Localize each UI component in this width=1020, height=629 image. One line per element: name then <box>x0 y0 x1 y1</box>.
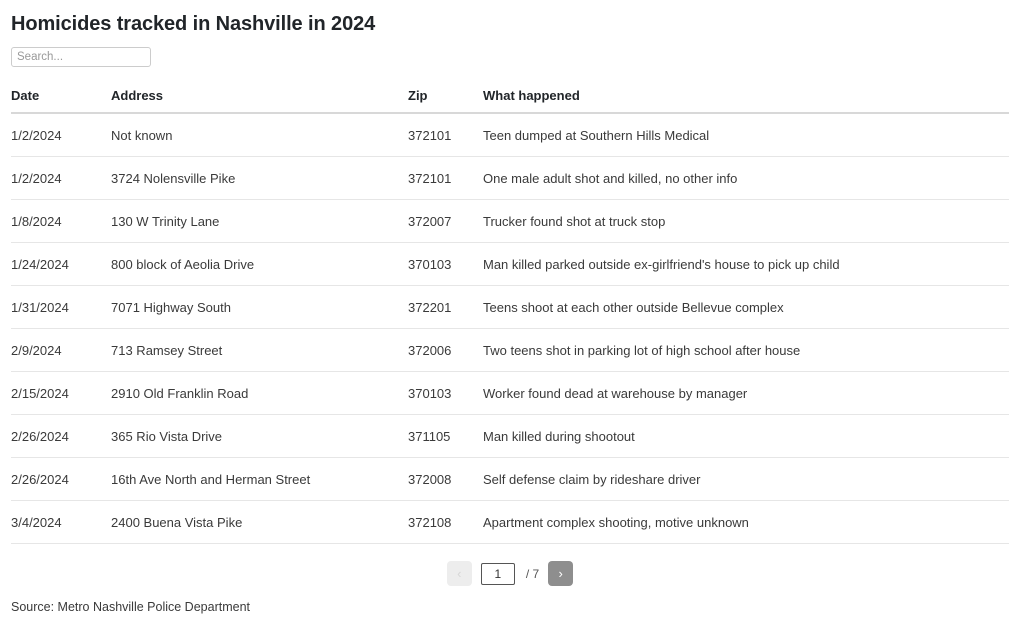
page-number-input[interactable] <box>480 562 515 585</box>
cell-zip: 372008 <box>408 457 483 501</box>
cell-date: 2/26/2024 <box>11 414 111 458</box>
cell-address: 2400 Buena Vista Pike <box>111 500 408 544</box>
cell-what-happened: Apartment complex shooting, motive unkno… <box>483 500 1009 544</box>
table-row: 1/8/2024 130 W Trinity Lane 372007 Trucker … <box>11 199 1009 243</box>
cell-zip: 370103 <box>408 242 483 286</box>
cell-what-happened: Two teens shot in parking lot of high sc… <box>483 328 1009 372</box>
table-row: 1/2/2024 Not known 372101 Teen dumped at So… <box>11 113 1009 157</box>
cell-what-happened: Man killed parked outside ex-girlfriend'… <box>483 242 1009 286</box>
table-row: 2/9/2024 713 Ramsey Street 372006 Two teens… <box>11 328 1009 372</box>
table-row: 1/24/2024 800 block of Aeolia Drive 370103… <box>11 242 1009 286</box>
cell-zip: 371105 <box>408 414 483 458</box>
pagination: ‹ / 7 › <box>11 561 1009 586</box>
column-header-address[interactable]: Address <box>111 88 408 114</box>
cell-zip: 372101 <box>408 113 483 157</box>
total-pages-label: / 7 <box>525 566 540 581</box>
table-row: 2/26/2024 16th Ave North and Herman Stree… <box>11 457 1009 501</box>
cell-what-happened: Self defense claim by rideshare driver <box>483 457 1009 501</box>
table-header-row: Date Address Zip What happened <box>11 88 1009 114</box>
column-header-date[interactable]: Date <box>11 88 111 114</box>
cell-address: 130 W Trinity Lane <box>111 199 408 243</box>
cell-date: 2/9/2024 <box>11 328 111 372</box>
search-row <box>11 47 1009 67</box>
next-page-button[interactable]: › <box>548 561 574 586</box>
cell-date: 3/4/2024 <box>11 500 111 544</box>
column-header-what-happened[interactable]: What happened <box>483 88 1009 114</box>
cell-what-happened: Teen dumped at Southern Hills Medical <box>483 113 1009 157</box>
cell-address: 16th Ave North and Herman Street <box>111 457 408 501</box>
cell-what-happened: One male adult shot and killed, no other… <box>483 156 1009 200</box>
cell-date: 1/2/2024 <box>11 113 111 157</box>
cell-what-happened: Man killed during shootout <box>483 414 1009 458</box>
cell-what-happened: Worker found dead at warehouse by manage… <box>483 371 1009 415</box>
table-row: 1/31/2024 7071 Highway South 372201 Teens s… <box>11 285 1009 329</box>
table-row: 2/15/2024 2910 Old Franklin Road 370103 Wor… <box>11 371 1009 415</box>
cell-date: 2/26/2024 <box>11 457 111 501</box>
source-note: Source: Metro Nashville Police Departmen… <box>11 600 250 614</box>
search-input[interactable] <box>11 47 151 67</box>
cell-address: 7071 Highway South <box>111 285 408 329</box>
column-header-zip[interactable]: Zip <box>408 88 483 114</box>
cell-address: Not known <box>111 113 408 157</box>
table-body: 1/2/2024 Not known 372101 Teen dumped at So… <box>11 113 1009 544</box>
cell-what-happened: Teens shoot at each other outside Bellev… <box>483 285 1009 329</box>
cell-date: 1/31/2024 <box>11 285 111 329</box>
cell-address: 713 Ramsey Street <box>111 328 408 372</box>
table-header: Date Address Zip What happened <box>11 88 1009 114</box>
cell-zip: 372101 <box>408 156 483 200</box>
cell-address: 3724 Nolensville Pike <box>111 156 408 200</box>
cell-date: 1/24/2024 <box>11 242 111 286</box>
cell-date: 1/8/2024 <box>11 199 111 243</box>
cell-date: 1/2/2024 <box>11 156 111 200</box>
homicides-table: Date Address Zip What happened 1/2/2024 N… <box>11 88 1009 544</box>
cell-what-happened: Trucker found shot at truck stop <box>483 199 1009 243</box>
cell-zip: 372108 <box>408 500 483 544</box>
cell-address: 2910 Old Franklin Road <box>111 371 408 415</box>
homicides-table-page: Homicides tracked in Nashville in 2024 D… <box>0 0 1020 629</box>
cell-address: 365 Rio Vista Drive <box>111 414 408 458</box>
table-row: 1/2/2024 3724 Nolensville Pike 372101 One m… <box>11 156 1009 200</box>
previous-page-button[interactable]: ‹ <box>446 561 472 586</box>
page-title: Homicides tracked in Nashville in 2024 <box>11 13 376 35</box>
cell-address: 800 block of Aeolia Drive <box>111 242 408 286</box>
cell-zip: 372007 <box>408 199 483 243</box>
cell-date: 2/15/2024 <box>11 371 111 415</box>
cell-zip: 370103 <box>408 371 483 415</box>
cell-zip: 372201 <box>408 285 483 329</box>
table-row: 2/26/2024 365 Rio Vista Drive 371105 Man ki… <box>11 414 1009 458</box>
cell-zip: 372006 <box>408 328 483 372</box>
table-row: 3/4/2024 2400 Buena Vista Pike 372108 Apart… <box>11 500 1009 544</box>
